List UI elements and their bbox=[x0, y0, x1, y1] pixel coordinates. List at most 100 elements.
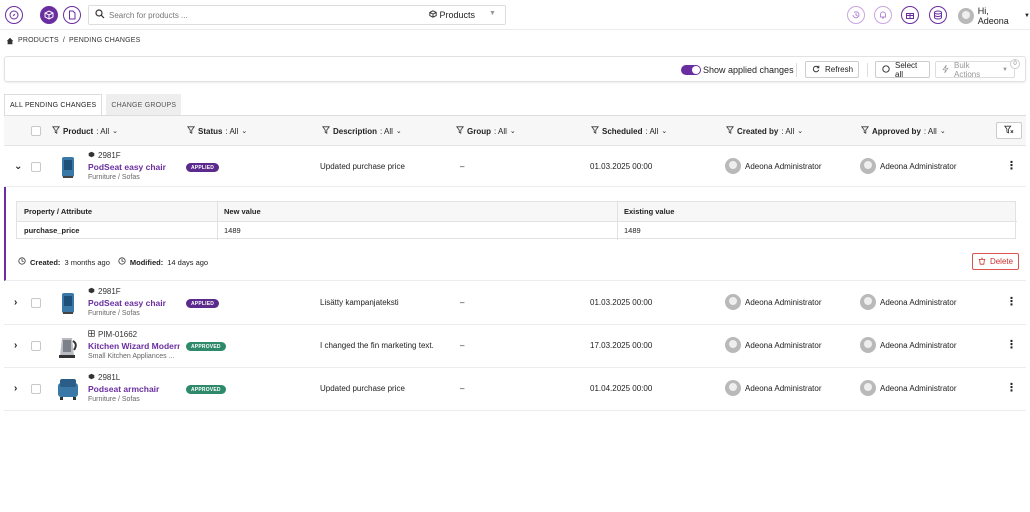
created-by-name: Adeona Administrator bbox=[745, 383, 822, 393]
table-row[interactable]: › 2981F PodSeat easy chair Furniture / S… bbox=[4, 282, 1026, 325]
chevron-down-icon: ⌄ bbox=[797, 128, 804, 135]
approved-by-name: Adeona Administrator bbox=[880, 340, 957, 350]
show-applied-toggle[interactable] bbox=[681, 65, 701, 75]
avatar bbox=[860, 294, 876, 310]
change-detail-panel: Property / Attribute New value Existing … bbox=[4, 187, 1026, 281]
divider bbox=[796, 63, 797, 77]
column-product-filter[interactable]: Product : All ⌄ bbox=[52, 126, 118, 136]
document-icon[interactable] bbox=[63, 6, 81, 24]
chevron-down-icon: ⌄ bbox=[241, 128, 248, 135]
column-scheduled-filter-value: : All bbox=[645, 126, 659, 136]
product-name-link[interactable]: Kitchen Wizard Modern w bbox=[88, 341, 180, 351]
more-options-icon[interactable]: ⋮ bbox=[1006, 338, 1017, 351]
delete-button[interactable]: Delete bbox=[972, 253, 1019, 270]
avatar bbox=[725, 337, 741, 353]
avatar bbox=[958, 8, 974, 24]
product-name-link[interactable]: Podseat armchair bbox=[88, 384, 180, 394]
cube-icon[interactable] bbox=[40, 6, 58, 24]
group-cell: – bbox=[460, 298, 465, 307]
column-group-filter-value: : All bbox=[494, 126, 507, 136]
column-approved-by-filter[interactable]: Approved by : All ⌄ bbox=[861, 126, 946, 136]
description-cell: Lisätty kampanjateksti bbox=[320, 298, 399, 307]
lightning-icon bbox=[942, 64, 949, 75]
history-icon[interactable] bbox=[847, 6, 865, 24]
column-created-by-label: Created by bbox=[737, 126, 779, 136]
column-created-by-filter[interactable]: Created by : All ⌄ bbox=[726, 126, 803, 136]
product-category: Furniture / Sofas bbox=[88, 310, 140, 317]
tab-change-groups[interactable]: CHANGE GROUPS bbox=[106, 94, 182, 116]
search-input[interactable]: Search for products ... bbox=[109, 11, 188, 20]
row-checkbox[interactable] bbox=[31, 162, 41, 172]
chevron-down-icon: ⌄ bbox=[395, 128, 402, 135]
table-row[interactable]: ⌄ 2981F PodSeat easy chair Furniture / S… bbox=[4, 147, 1026, 187]
column-description-filter-value: : All bbox=[380, 126, 393, 136]
description-cell: Updated purchase price bbox=[320, 162, 405, 171]
breadcrumb: PRODUCTS / PENDING CHANGES bbox=[6, 37, 141, 47]
cube-icon bbox=[88, 287, 95, 296]
top-bar: Search for products ... Products ▼ Hi, A… bbox=[0, 0, 1030, 30]
search-bar[interactable]: Search for products ... Products ▼ bbox=[88, 5, 506, 25]
product-name-link[interactable]: PodSeat easy chair bbox=[88, 162, 180, 172]
row-checkbox[interactable] bbox=[31, 341, 41, 351]
more-options-icon[interactable]: ⋮ bbox=[1006, 159, 1017, 172]
bell-icon[interactable] bbox=[874, 6, 892, 24]
table-row[interactable]: › 2981L Podseat armchair Furniture / Sof… bbox=[4, 368, 1026, 411]
clock-icon bbox=[18, 257, 26, 267]
scheduled-cell: 01.03.2025 00:00 bbox=[590, 298, 653, 307]
tab-bar: ALL PENDING CHANGES CHANGE GROUPS bbox=[4, 94, 182, 116]
user-menu[interactable]: Hi, Adeona ▼ bbox=[958, 6, 1030, 26]
search-icon bbox=[95, 9, 105, 22]
more-options-icon[interactable]: ⋮ bbox=[1006, 381, 1017, 394]
divider bbox=[217, 202, 218, 240]
product-sku: 2981L bbox=[88, 373, 120, 382]
search-scope-select[interactable]: Products bbox=[429, 10, 475, 20]
compass-icon[interactable] bbox=[5, 6, 23, 24]
created-by-name: Adeona Administrator bbox=[745, 340, 822, 350]
table-row[interactable]: › PIM-01662 Kitchen Wizard Modern w Smal… bbox=[4, 325, 1026, 368]
breadcrumb-products-link[interactable]: PRODUCTS bbox=[18, 37, 59, 47]
bulk-actions-label: Bulk Actions bbox=[954, 60, 981, 79]
approved-by-cell: Adeona Administrator bbox=[860, 337, 957, 353]
avatar bbox=[860, 337, 876, 353]
bulk-actions-button[interactable]: Bulk Actions ▼ bbox=[935, 60, 1015, 79]
product-sku: 2981F bbox=[88, 287, 121, 296]
product-category: Furniture / Sofas bbox=[88, 174, 140, 181]
column-product-filter-value: : All bbox=[96, 126, 110, 136]
description-cell: I changed the fin marketing text. bbox=[320, 341, 434, 350]
group-cell: – bbox=[460, 162, 465, 171]
refresh-button[interactable]: Refresh bbox=[805, 61, 859, 78]
bulk-count-badge: 0 bbox=[1010, 59, 1020, 69]
modified-label: Modified: bbox=[129, 257, 164, 267]
column-group-filter[interactable]: Group : All ⌄ bbox=[456, 126, 516, 136]
row-checkbox[interactable] bbox=[31, 384, 41, 394]
chevron-right-icon[interactable]: › bbox=[14, 297, 17, 308]
select-all-checkbox[interactable] bbox=[31, 126, 41, 136]
database-icon[interactable] bbox=[929, 6, 947, 24]
scheduled-cell: 01.03.2025 00:00 bbox=[590, 162, 653, 171]
column-status-filter[interactable]: Status : All ⌄ bbox=[187, 126, 247, 136]
product-thumbnail bbox=[54, 375, 82, 403]
sku-text: 2981F bbox=[98, 151, 121, 160]
clear-filters-button[interactable] bbox=[996, 122, 1022, 139]
column-description-filter[interactable]: Description : All ⌄ bbox=[322, 126, 402, 136]
chevron-right-icon[interactable]: › bbox=[14, 383, 17, 394]
gift-icon[interactable] bbox=[901, 6, 919, 24]
column-scheduled-filter[interactable]: Scheduled : All ⌄ bbox=[591, 126, 667, 136]
detail-property: purchase_price bbox=[24, 226, 80, 235]
chevron-down-icon: ⌄ bbox=[661, 128, 668, 135]
more-options-icon[interactable]: ⋮ bbox=[1006, 295, 1017, 308]
chevron-down-icon[interactable]: ▼ bbox=[489, 10, 496, 17]
select-all-label: Select all bbox=[895, 60, 918, 79]
user-greeting: Hi, Adeona bbox=[977, 6, 1009, 26]
circle-icon bbox=[882, 64, 890, 75]
row-checkbox[interactable] bbox=[31, 298, 41, 308]
column-product-label: Product bbox=[63, 126, 94, 136]
select-all-button[interactable]: Select all bbox=[875, 60, 930, 79]
cube-icon bbox=[88, 151, 95, 160]
tab-all-pending-changes[interactable]: ALL PENDING CHANGES bbox=[4, 94, 103, 116]
home-icon[interactable] bbox=[6, 37, 14, 47]
chevron-down-icon[interactable]: ⌄ bbox=[14, 161, 22, 172]
chevron-right-icon[interactable]: › bbox=[14, 340, 17, 351]
product-name-link[interactable]: PodSeat easy chair bbox=[88, 298, 180, 308]
group-cell: – bbox=[460, 341, 465, 350]
